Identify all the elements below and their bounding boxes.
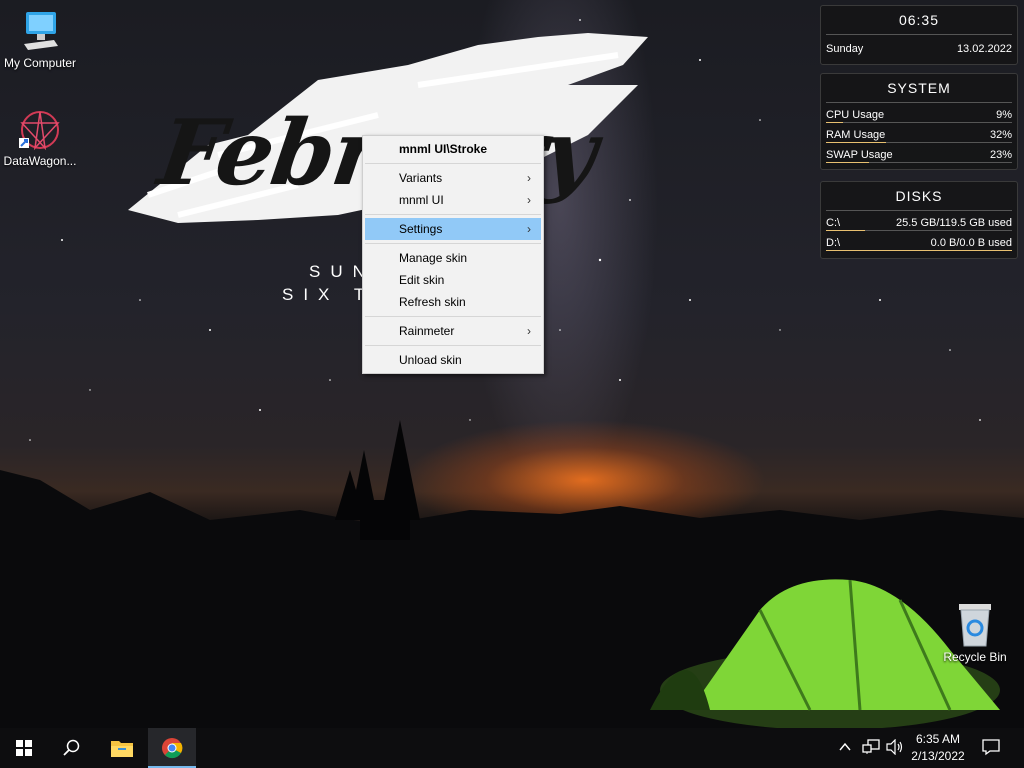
menu-separator	[365, 214, 541, 215]
menu-separator	[365, 243, 541, 244]
action-center-button[interactable]	[982, 738, 1000, 761]
system-row-ram: RAM Usage 32%	[821, 125, 1017, 145]
system-row-cpu: CPU Usage 9%	[821, 105, 1017, 125]
menu-item-label: Settings	[399, 222, 443, 236]
system-row-swap: SWAP Usage 23%	[821, 145, 1017, 165]
menu-item-label: mnml UI	[399, 193, 444, 207]
menu-item-label: Unload skin	[399, 353, 462, 367]
menu-item-label: Refresh skin	[399, 295, 466, 309]
menu-header-skin-name: mnml UI\Stroke	[399, 142, 488, 156]
chevron-right-icon: ›	[527, 324, 531, 338]
disks-widget: DISKS C:\ 25.5 GB/119.5 GB used D:\ 0.0 …	[820, 181, 1018, 259]
volume-tray-button[interactable]	[886, 738, 904, 760]
menu-item-manage-skin[interactable]: Manage skin	[365, 247, 541, 269]
desktop-icon-datawagon[interactable]: DataWagon...	[0, 108, 80, 168]
menu-item-label: Variants	[399, 171, 443, 185]
system-widget: SYSTEM CPU Usage 9% RAM Usage 32% SWAP U…	[820, 73, 1018, 170]
usage-bar	[826, 250, 1012, 251]
notification-icon	[982, 739, 1000, 756]
chevron-right-icon: ›	[527, 193, 531, 207]
usage-bar	[826, 230, 865, 231]
disk-row-c: C:\ 25.5 GB/119.5 GB used	[821, 213, 1017, 233]
menu-separator	[365, 163, 541, 164]
speaker-icon	[886, 738, 903, 756]
wallpaper-time-text: SIX T	[282, 285, 375, 304]
computer-icon	[24, 12, 58, 50]
clock-time: 06:35	[898, 12, 940, 28]
start-button[interactable]	[0, 728, 48, 768]
chevron-up-icon	[839, 742, 851, 751]
taskbar-clock[interactable]: 6:35 AM 2/13/2022	[908, 731, 968, 765]
recycle-bin-icon	[959, 604, 991, 647]
search-button[interactable]	[48, 728, 96, 768]
windows-logo-icon	[16, 740, 32, 756]
chevron-right-icon: ›	[527, 222, 531, 236]
search-icon	[63, 739, 80, 756]
clock-date-row: Sunday 13.02.2022	[821, 39, 1017, 59]
taskbar-date: 2/13/2022	[911, 749, 965, 763]
desktop-icon-label: My Computer	[3, 56, 77, 70]
taskbar-file-explorer[interactable]	[98, 728, 146, 768]
widget-divider	[826, 102, 1012, 103]
menu-item-rainmeter[interactable]: Rainmeter ›	[365, 320, 541, 342]
menu-item-variants[interactable]: Variants ›	[365, 167, 541, 189]
menu-item-settings[interactable]: Settings ›	[365, 218, 541, 240]
menu-item-edit-skin[interactable]: Edit skin	[365, 269, 541, 291]
network-tray-button[interactable]	[862, 739, 880, 760]
clock-widget: 06:35 Sunday 13.02.2022	[820, 5, 1018, 65]
menu-item-unload-skin[interactable]: Unload skin	[365, 349, 541, 371]
system-title: SYSTEM	[887, 80, 951, 96]
taskbar: 6:35 AM 2/13/2022	[0, 728, 1024, 768]
menu-item-refresh-skin[interactable]: Refresh skin	[365, 291, 541, 313]
show-hidden-icons-button[interactable]	[838, 740, 852, 759]
clock-day: Sunday	[826, 43, 864, 55]
widget-divider	[826, 210, 1012, 211]
folder-icon	[111, 741, 133, 757]
taskbar-time: 6:35 AM	[915, 732, 961, 746]
desktop-icon-label: Recycle Bin	[943, 650, 1007, 664]
skin-context-menu: mnml UI\Stroke Variants › mnml UI › Sett…	[362, 135, 544, 374]
usage-bar	[826, 142, 886, 143]
menu-item-label: Rainmeter	[399, 324, 455, 338]
disk-row-d: D:\ 0.0 B/0.0 B used	[821, 233, 1017, 253]
menu-separator	[365, 345, 541, 346]
clock-date: 13.02.2022	[956, 43, 1012, 55]
menu-item-mnml-ui[interactable]: mnml UI ›	[365, 189, 541, 211]
taskbar-chrome[interactable]	[148, 728, 196, 768]
usage-bar	[826, 162, 869, 163]
network-icon	[862, 739, 880, 754]
desktop-icon-recycle-bin[interactable]: Recycle Bin	[935, 602, 1015, 664]
desktop-icon-label: DataWagon...	[3, 154, 77, 168]
widget-divider	[826, 34, 1012, 35]
disks-title: DISKS	[895, 188, 943, 204]
usage-track	[826, 122, 1012, 123]
usage-bar	[826, 122, 843, 123]
menu-separator	[365, 316, 541, 317]
desktop-icon-my-computer[interactable]: My Computer	[0, 10, 80, 70]
chrome-icon	[162, 738, 183, 759]
menu-item-label: Manage skin	[399, 251, 468, 265]
datawagon-logo-icon	[19, 111, 60, 151]
menu-item-label: Edit skin	[399, 273, 445, 287]
chevron-right-icon: ›	[527, 171, 531, 185]
